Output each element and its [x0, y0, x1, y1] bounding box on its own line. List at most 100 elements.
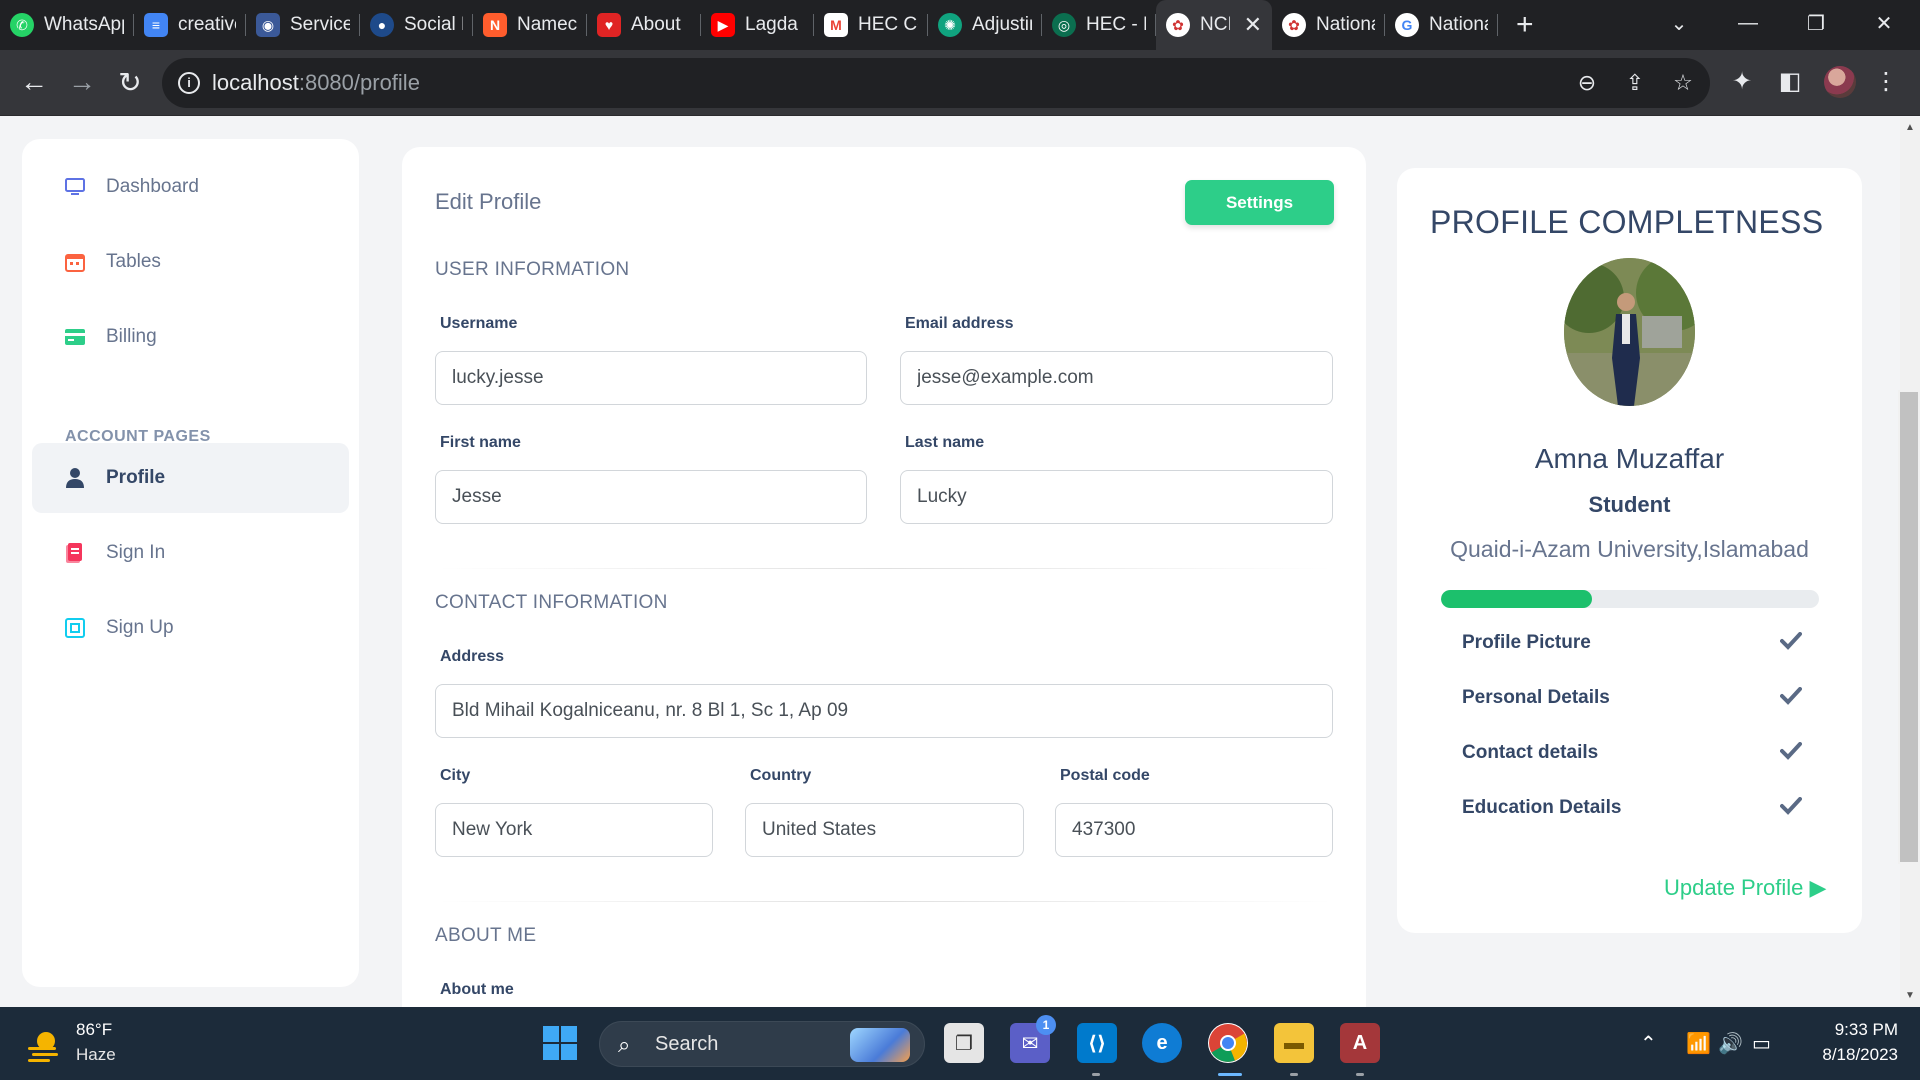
- profile-avatar[interactable]: [1824, 66, 1856, 98]
- tab-adjusting[interactable]: ✺ Adjusting: [928, 0, 1042, 50]
- back-arrow-icon[interactable]: ←: [14, 62, 54, 102]
- google-icon: G: [1395, 13, 1419, 37]
- sidebar-item-label: Profile: [106, 467, 166, 488]
- tab-label: Services: [290, 14, 350, 35]
- sidebar-item-label: Dashboard: [106, 176, 199, 197]
- address-input[interactable]: [435, 684, 1333, 738]
- chrome-icon[interactable]: [1208, 1023, 1248, 1063]
- volume-icon[interactable]: 🔊: [1718, 1031, 1743, 1056]
- sidebar-item-sign-up[interactable]: Sign Up: [32, 593, 349, 663]
- vscode-icon[interactable]: ⟨⟩: [1077, 1023, 1117, 1063]
- sidebar-item-label: Sign In: [106, 542, 166, 563]
- tab-label: Social Media: [404, 14, 463, 35]
- settings-button[interactable]: Settings: [1185, 180, 1334, 225]
- sidebar-item-profile[interactable]: Profile: [32, 443, 349, 513]
- url-path: :8080/profile: [298, 70, 420, 95]
- sidebar-item-dashboard[interactable]: Dashboard: [32, 152, 349, 222]
- file-explorer-icon[interactable]: ▬: [1274, 1023, 1314, 1063]
- tab-social[interactable]: ● Social Media: [360, 0, 473, 50]
- new-tab-plus-icon[interactable]: +: [1516, 8, 1534, 42]
- youtube-icon: ▶: [711, 13, 735, 37]
- bookmark-star-icon[interactable]: ☆: [1668, 68, 1698, 98]
- document-icon: [64, 542, 86, 564]
- teams-notification-badge: 1: [1036, 1015, 1056, 1035]
- wifi-icon[interactable]: 📶: [1686, 1031, 1711, 1056]
- services-icon: ◉: [256, 13, 280, 37]
- tab-label: Adjusting: [972, 14, 1032, 35]
- forward-arrow-icon[interactable]: →: [62, 62, 102, 102]
- postal-code-label: Postal code: [1060, 767, 1150, 784]
- weather-haze-icon[interactable]: [26, 1027, 62, 1063]
- update-profile-label: Update Profile: [1664, 875, 1804, 900]
- page-content: Dashboard Tables Billing ACCOUNT PAGES P…: [0, 117, 1900, 1007]
- tab-whatsapp[interactable]: ✆ WhatsApp: [0, 0, 134, 50]
- tab-label: Lagda: [745, 14, 798, 35]
- checklist-item: Personal Details: [1462, 683, 1802, 713]
- profile-role: Student: [1588, 492, 1671, 517]
- profile-photo: [1564, 258, 1695, 406]
- tab-nci-active[interactable]: ✿ NCI ✕: [1156, 0, 1272, 50]
- share-icon[interactable]: ⇪: [1620, 68, 1650, 98]
- tab-label: About: [631, 14, 681, 35]
- country-input[interactable]: [745, 803, 1024, 857]
- tray-chevron-up-icon[interactable]: ⌃: [1640, 1031, 1657, 1056]
- close-tab-icon[interactable]: ✕: [1244, 12, 1262, 38]
- address-bar[interactable]: i localhost:8080/profile ⊖ ⇪ ☆: [162, 58, 1710, 108]
- sidebar-item-billing[interactable]: Billing: [32, 302, 349, 372]
- tab-search-chevron-icon[interactable]: ⌄: [1651, 0, 1707, 46]
- check-icon: [1780, 631, 1802, 655]
- tab-about[interactable]: ♥ About: [587, 0, 701, 50]
- tab-national-1[interactable]: ✿ National: [1272, 0, 1385, 50]
- check-icon: [1780, 741, 1802, 765]
- running-indicator: [1356, 1073, 1364, 1076]
- windows-start-icon[interactable]: [540, 1023, 580, 1063]
- city-input[interactable]: [435, 803, 713, 857]
- url-host: localhost: [212, 70, 299, 95]
- scroll-down-arrow-icon[interactable]: ▼: [1900, 986, 1920, 1006]
- browser-toolbar: ← → ↻ i localhost:8080/profile ⊖ ⇪ ☆ ✦ ◧…: [0, 50, 1920, 116]
- email-label: Email address: [905, 315, 1014, 332]
- last-name-input[interactable]: [900, 470, 1333, 524]
- teams-chat-icon[interactable]: ✉ 1: [1010, 1015, 1056, 1063]
- tab-hec-portal[interactable]: ◎ HEC - Portal: [1042, 0, 1156, 50]
- url-text[interactable]: localhost:8080/profile: [212, 70, 420, 96]
- postal-code-input[interactable]: [1055, 803, 1333, 857]
- clock-date[interactable]: 8/18/2023: [1788, 1045, 1898, 1065]
- clock-time[interactable]: 9:33 PM: [1808, 1020, 1898, 1040]
- restore-icon[interactable]: ❐: [1788, 0, 1844, 46]
- weather-condition: Haze: [76, 1045, 116, 1064]
- site-info-icon[interactable]: i: [178, 72, 200, 94]
- tab-services[interactable]: ◉ Services: [246, 0, 360, 50]
- hec-icon: ◎: [1052, 13, 1076, 37]
- menu-kebab-icon[interactable]: ⋮: [1868, 64, 1904, 100]
- reload-icon[interactable]: ↻: [110, 62, 150, 102]
- tab-namecheap[interactable]: N Namecheap: [473, 0, 587, 50]
- side-panel-icon[interactable]: ◧: [1772, 64, 1808, 100]
- tab-hec-core[interactable]: M HEC Core: [814, 0, 928, 50]
- first-name-input[interactable]: [435, 470, 867, 524]
- extensions-puzzle-icon[interactable]: ✦: [1724, 64, 1760, 100]
- tab-national-2[interactable]: G National: [1385, 0, 1498, 50]
- email-input[interactable]: [900, 351, 1333, 405]
- task-view-icon[interactable]: ❐: [944, 1023, 984, 1063]
- edge-icon[interactable]: e: [1142, 1023, 1182, 1063]
- scrollbar-thumb[interactable]: [1898, 390, 1920, 864]
- update-profile-link[interactable]: Update Profile ▶: [1664, 875, 1826, 901]
- tab-lagda[interactable]: ▶ Lagda: [701, 0, 814, 50]
- sidebar-item-tables[interactable]: Tables: [32, 227, 349, 297]
- whatsapp-icon: ✆: [10, 13, 34, 37]
- close-window-icon[interactable]: ✕: [1856, 0, 1912, 46]
- zoom-icon[interactable]: ⊖: [1572, 68, 1602, 98]
- taskbar-search-box[interactable]: ⌕ Search: [599, 1021, 925, 1067]
- minimize-icon[interactable]: —: [1720, 0, 1776, 46]
- windows-taskbar: 86°F Haze ⌕ Search ❐ ✉ 1 ⟨⟩ e ▬ A ⌃ 📶 🔊 ▭…: [0, 1007, 1920, 1080]
- access-icon[interactable]: A: [1340, 1023, 1380, 1063]
- profile-university: Quaid-i-Azam University,Islamabad: [1450, 536, 1809, 562]
- username-input[interactable]: [435, 351, 867, 405]
- sidebar-item-sign-in[interactable]: Sign In: [32, 518, 349, 588]
- nci-icon: ✿: [1282, 13, 1306, 37]
- scroll-up-arrow-icon[interactable]: ▲: [1900, 118, 1920, 138]
- battery-icon[interactable]: ▭: [1752, 1031, 1771, 1056]
- profile-name: Amna Muzaffar: [1534, 443, 1725, 474]
- tab-creative[interactable]: ≡ creative: [134, 0, 246, 50]
